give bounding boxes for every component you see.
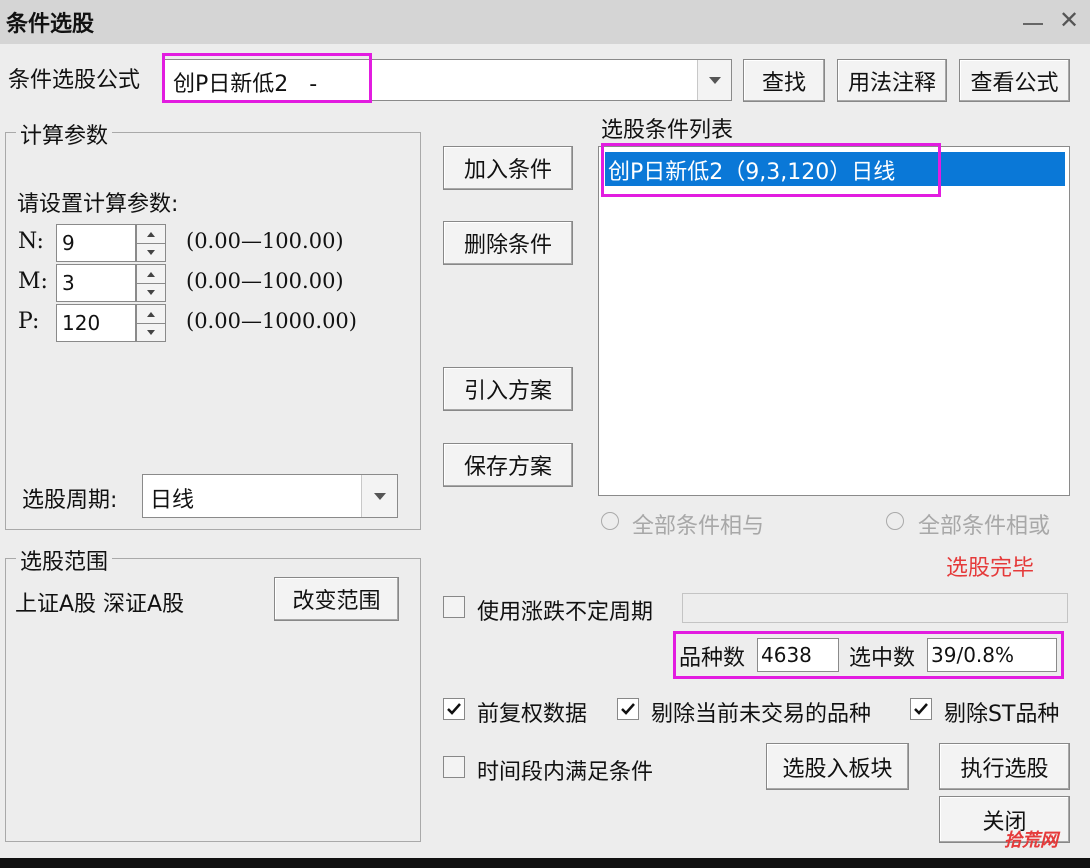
- window-title: 条件选股: [6, 12, 95, 37]
- stepper-down-icon[interactable]: [137, 243, 165, 261]
- param-m-stepper[interactable]: [136, 264, 166, 302]
- calc-params-legend: 计算参数: [16, 118, 113, 150]
- stepper-down-icon[interactable]: [137, 283, 165, 301]
- formula-dropdown-button[interactable]: [697, 60, 731, 100]
- condition-list[interactable]: 创P日新低2（9,3,120）日线: [598, 146, 1070, 496]
- param-p-label: P:: [18, 309, 40, 334]
- minimize-icon[interactable]: [1020, 10, 1046, 34]
- delete-condition-button[interactable]: 删除条件: [443, 221, 573, 265]
- calc-prompt: 请设置计算参数:: [17, 192, 179, 217]
- variable-period-checkbox[interactable]: [443, 596, 465, 618]
- exclude-untraded-checkbox[interactable]: [617, 698, 639, 720]
- pre-adjust-label: 前复权数据: [477, 702, 588, 727]
- variable-period-field[interactable]: [682, 593, 1068, 623]
- period-value: 日线: [150, 488, 195, 513]
- param-p-stepper[interactable]: [136, 304, 166, 342]
- param-n-input[interactable]: 9: [56, 224, 136, 262]
- param-m-label: M:: [18, 269, 48, 294]
- time-range-checkbox[interactable]: [443, 756, 465, 778]
- variable-period-label: 使用涨跌不定周期: [477, 600, 654, 625]
- add-to-block-button[interactable]: 选股入板块: [766, 743, 909, 790]
- add-condition-button[interactable]: 加入条件: [443, 146, 573, 190]
- check-icon: [621, 703, 635, 715]
- param-m-range: (0.00—100.00): [186, 269, 344, 293]
- time-range-label: 时间段内满足条件: [477, 760, 654, 785]
- watermark: 拾荒网: [1004, 830, 1058, 851]
- chevron-down-icon: [708, 76, 721, 84]
- radio-or-label: 全部条件相或: [918, 514, 1051, 539]
- formula-highlight-box: [162, 53, 372, 103]
- condition-list-label: 选股条件列表: [601, 118, 734, 143]
- usage-notes-button[interactable]: 用法注释: [837, 59, 947, 102]
- view-formula-button[interactable]: 查看公式: [959, 59, 1070, 102]
- param-n-range: (0.00—100.00): [186, 229, 344, 253]
- scope-text: 上证A股 深证A股: [15, 592, 185, 617]
- param-p-range: (0.00—1000.00): [186, 309, 357, 333]
- chevron-down-icon: [373, 492, 386, 500]
- change-scope-button[interactable]: 改变范围: [274, 577, 399, 621]
- param-p-input[interactable]: 120: [56, 304, 136, 342]
- formula-label: 条件选股公式: [8, 68, 141, 93]
- stepper-up-icon[interactable]: [137, 265, 165, 284]
- exclude-st-checkbox[interactable]: [910, 698, 932, 720]
- pre-adjust-checkbox[interactable]: [443, 698, 465, 720]
- import-plan-button[interactable]: 引入方案: [443, 367, 573, 411]
- exclude-untraded-label: 剔除当前未交易的品种: [651, 702, 872, 727]
- param-n-stepper[interactable]: [136, 224, 166, 262]
- check-icon: [914, 703, 928, 715]
- period-dropdown-button[interactable]: [361, 475, 397, 517]
- radio-or[interactable]: [886, 512, 904, 530]
- stepper-up-icon[interactable]: [137, 305, 165, 324]
- param-n-label: N:: [18, 229, 44, 254]
- exclude-st-label: 剔除ST品种: [944, 702, 1060, 727]
- save-plan-button[interactable]: 保存方案: [443, 443, 573, 487]
- find-button[interactable]: 查找: [743, 59, 825, 102]
- check-icon: [447, 703, 461, 715]
- status-text: 选股完毕: [946, 556, 1035, 581]
- close-icon[interactable]: ✕: [1056, 7, 1082, 33]
- period-label: 选股周期:: [22, 488, 118, 513]
- scope-legend: 选股范围: [16, 544, 113, 576]
- bottom-strip: [0, 858, 1090, 868]
- count-highlight-box: [673, 631, 1064, 679]
- stepper-up-icon[interactable]: [137, 225, 165, 244]
- title-bar: [0, 0, 1090, 44]
- execute-button[interactable]: 执行选股: [939, 743, 1070, 790]
- radio-and[interactable]: [601, 512, 619, 530]
- stepper-down-icon[interactable]: [137, 323, 165, 341]
- param-m-input[interactable]: 3: [56, 264, 136, 302]
- condition-highlight-box: [601, 143, 941, 197]
- radio-and-label: 全部条件相与: [632, 514, 765, 539]
- period-select[interactable]: 日线: [142, 474, 398, 518]
